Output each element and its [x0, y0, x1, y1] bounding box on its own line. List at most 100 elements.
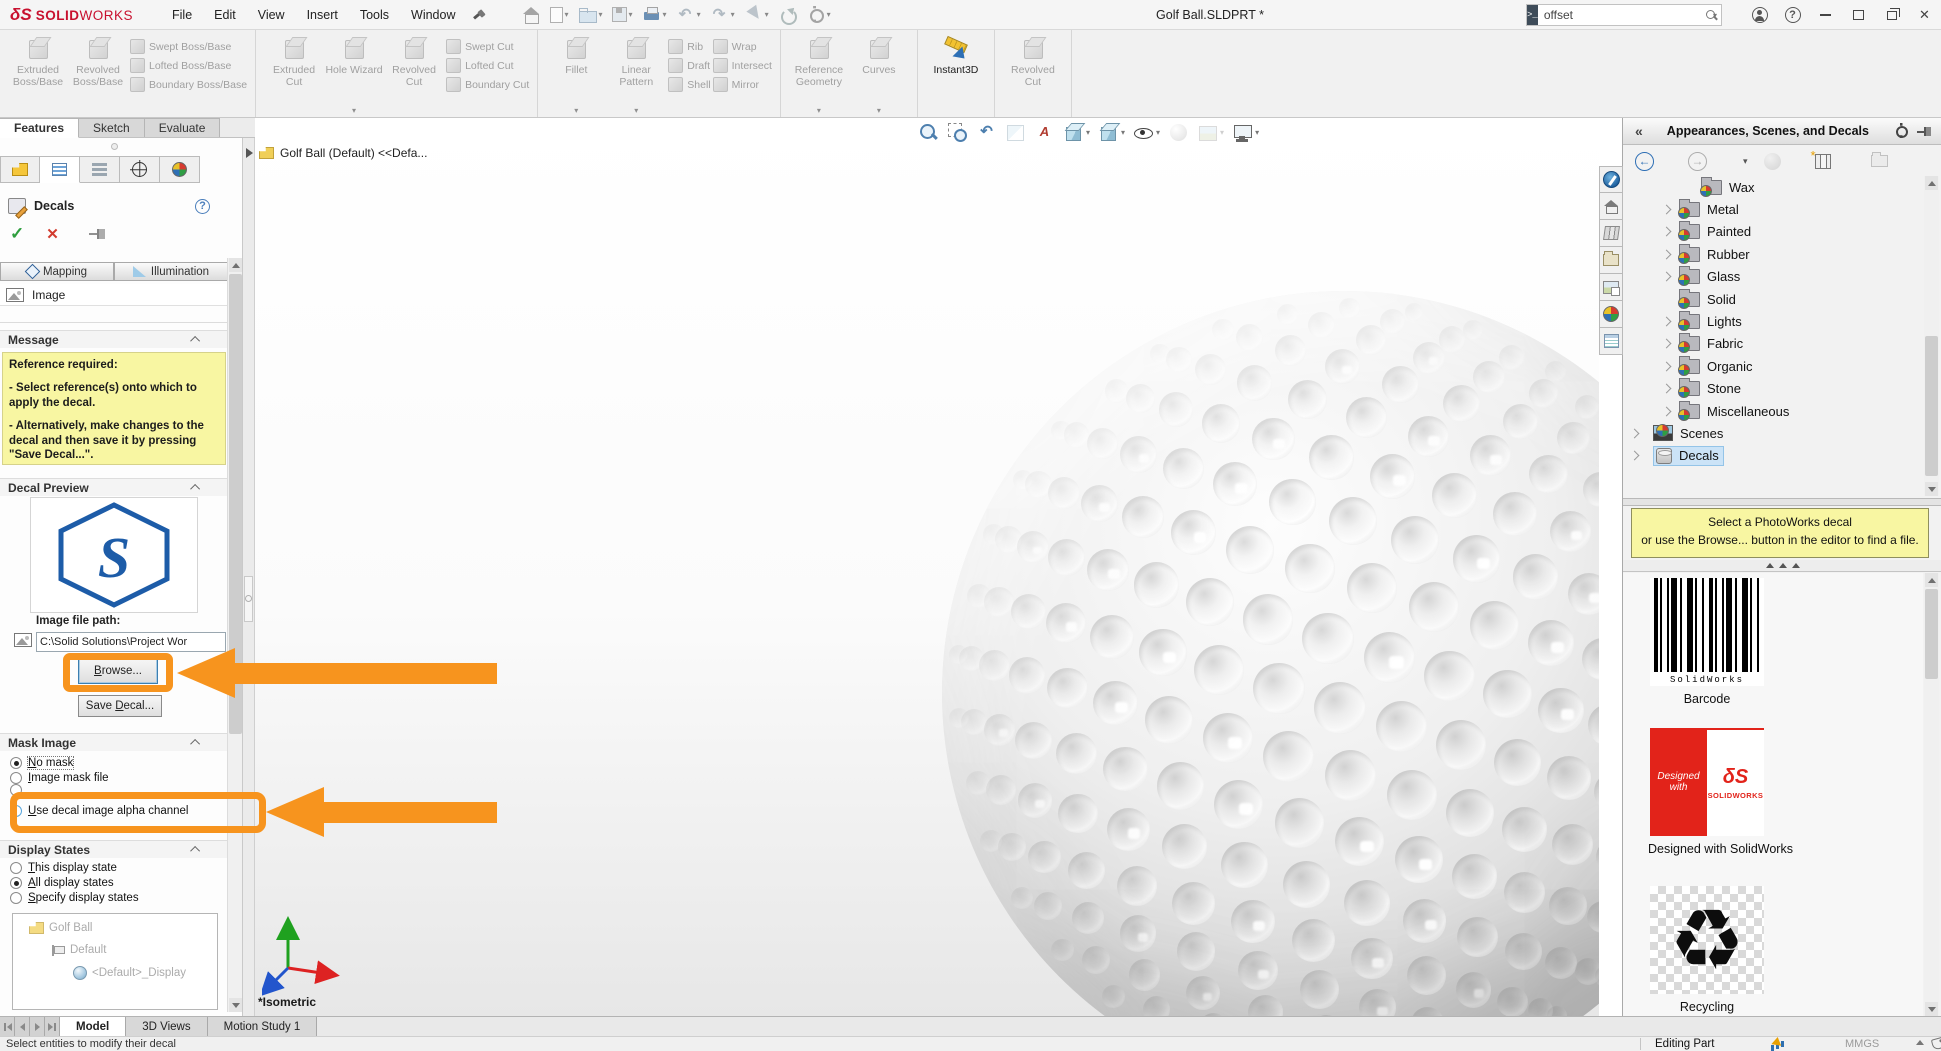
- decal-preview-group-header[interactable]: Decal Preview: [0, 478, 228, 496]
- dropdown-icon[interactable]: ▾: [574, 106, 578, 115]
- decal-item-barcode[interactable]: SolidWorksBarcode: [1648, 578, 1766, 706]
- revolved-cut-button[interactable]: Revolved Cut: [384, 34, 444, 116]
- tab-solidworks-resources[interactable]: [1599, 166, 1623, 193]
- tab-image[interactable]: Image: [0, 284, 228, 306]
- dropdown-icon[interactable]: ▾: [697, 10, 701, 19]
- save-document-button[interactable]: ▾: [609, 4, 636, 25]
- mirror-button[interactable]: Mirror: [713, 77, 772, 92]
- help-button[interactable]: ?: [1776, 0, 1809, 30]
- add-to-library-icon[interactable]: [1815, 154, 1831, 169]
- swept-cut-button[interactable]: Swept Cut: [446, 39, 529, 54]
- radio-icon[interactable]: [10, 892, 22, 904]
- decal-item-designed-with-solidworks[interactable]: Designed withδSSOLIDWORKSDesigned with S…: [1648, 728, 1766, 856]
- tree-item-organic[interactable]: Organic: [1623, 355, 1923, 377]
- tree-item-painted[interactable]: Painted: [1623, 221, 1923, 243]
- expand-chevron-icon[interactable]: [1662, 339, 1672, 349]
- cancel-button[interactable]: ✕: [46, 225, 59, 243]
- scroll-up-icon[interactable]: [1925, 573, 1938, 587]
- tree-item-lights[interactable]: Lights: [1623, 310, 1923, 332]
- panel-splitter[interactable]: [0, 140, 228, 154]
- tab-custom-properties[interactable]: [1599, 328, 1623, 355]
- dropdown-icon[interactable]: ▾: [731, 10, 735, 19]
- dropdown-icon[interactable]: ▾: [565, 10, 569, 19]
- menu-pin-icon[interactable]: [471, 8, 485, 22]
- expand-chevron-icon[interactable]: [1662, 249, 1672, 259]
- expand-chevron-icon[interactable]: [1662, 227, 1672, 237]
- tree-item-miscellaneous[interactable]: Miscellaneous: [1623, 400, 1923, 422]
- previous-tab-button[interactable]: [15, 1017, 30, 1036]
- save-decal-button[interactable]: Save Decal...: [78, 695, 162, 717]
- tab-3d-views[interactable]: 3D Views: [126, 1017, 207, 1036]
- print-document-button[interactable]: ▾: [639, 4, 670, 25]
- rebuild-button[interactable]: [775, 4, 800, 25]
- panel-viewport-splitter[interactable]: [243, 138, 255, 1016]
- radio-icon[interactable]: [10, 757, 22, 769]
- tree-item-wax[interactable]: Wax: [1623, 176, 1923, 198]
- select-button[interactable]: ▾: [741, 4, 772, 25]
- tab-home[interactable]: [1599, 193, 1623, 220]
- revolved-boss-base-button[interactable]: Revolved Boss/Base: [68, 34, 128, 116]
- dropdown-icon[interactable]: ▾: [599, 10, 603, 19]
- search-input[interactable]: [1538, 8, 1705, 22]
- back-button[interactable]: ←: [1635, 152, 1654, 171]
- zoom-to-fit-button[interactable]: [916, 120, 941, 145]
- tab-property-manager[interactable]: [40, 156, 80, 183]
- display-style-button[interactable]: ▾: [1096, 120, 1127, 145]
- maximize-button[interactable]: [1842, 0, 1875, 30]
- extruded-cut-button[interactable]: Extruded Cut: [264, 34, 324, 116]
- intersect-button[interactable]: Intersect: [713, 58, 772, 73]
- ok-button[interactable]: ✓: [10, 224, 24, 244]
- units-dropdown-icon[interactable]: [1916, 1040, 1924, 1045]
- keep-visible-pin-button[interactable]: [89, 227, 105, 241]
- boundary-boss-base-button[interactable]: Boundary Boss/Base: [130, 77, 247, 92]
- home-button[interactable]: [519, 4, 544, 25]
- mask-image-group-header[interactable]: Mask Image: [0, 733, 228, 751]
- dropdown-icon[interactable]: ▾: [877, 106, 881, 115]
- pm-help-button[interactable]: ?: [195, 199, 210, 214]
- open-file-icon[interactable]: [1871, 155, 1888, 167]
- radio-no-mask[interactable]: No mask: [10, 757, 73, 769]
- rib-button[interactable]: Rib: [668, 39, 710, 54]
- golf-ball-model[interactable]: [942, 291, 1599, 1016]
- tree-item-decals[interactable]: Decals: [1623, 445, 1923, 467]
- tree-item-metal[interactable]: Metal: [1623, 198, 1923, 220]
- history-dropdown-icon[interactable]: ▾: [1743, 156, 1748, 167]
- units-label[interactable]: MMGS: [1845, 1038, 1879, 1050]
- pane-splitter-dots[interactable]: [1623, 560, 1941, 572]
- dropdown-icon[interactable]: ▾: [1156, 128, 1160, 137]
- tab-dimxpert-manager[interactable]: [120, 156, 160, 183]
- revolved-cut-button[interactable]: Revolved Cut: [1003, 34, 1063, 116]
- decal-thumbnail[interactable]: SolidWorks: [1650, 578, 1764, 686]
- tree-item-solid[interactable]: Solid: [1623, 288, 1923, 310]
- dropdown-icon[interactable]: ▾: [663, 10, 667, 19]
- view-orientation-button[interactable]: ▾: [1061, 120, 1092, 145]
- tab-mapping[interactable]: Mapping: [0, 262, 114, 281]
- view-settings-button[interactable]: ▾: [1230, 120, 1261, 145]
- dropdown-icon[interactable]: ▾: [765, 10, 769, 19]
- tab-sketch[interactable]: Sketch: [79, 118, 145, 137]
- decal-thumbnail[interactable]: Designed withδSSOLIDWORKS: [1650, 728, 1764, 836]
- extruded-boss-base-button[interactable]: Extruded Boss/Base: [8, 34, 68, 116]
- tab-motion-study-1[interactable]: Motion Study 1: [208, 1017, 318, 1036]
- expand-chevron-icon[interactable]: [1662, 361, 1672, 371]
- expand-arrow-icon[interactable]: [246, 148, 253, 158]
- last-tab-button[interactable]: [45, 1017, 60, 1036]
- previous-view-button[interactable]: ↶: [974, 120, 999, 145]
- tags-icon[interactable]: [1931, 1037, 1941, 1051]
- forward-button[interactable]: →: [1688, 152, 1707, 171]
- pin-pane-icon[interactable]: [1917, 125, 1932, 138]
- pane-splitter[interactable]: [1623, 498, 1941, 506]
- scrollbar-thumb[interactable]: [1925, 589, 1938, 679]
- menu-insert[interactable]: Insert: [296, 4, 349, 26]
- tab-features[interactable]: Features: [0, 118, 79, 138]
- menu-tools[interactable]: Tools: [349, 4, 400, 26]
- tab-file-explorer[interactable]: [1599, 247, 1623, 274]
- user-account-button[interactable]: [1743, 0, 1776, 30]
- dropdown-icon[interactable]: ▾: [634, 106, 638, 115]
- radio-icon[interactable]: [10, 862, 22, 874]
- shell-button[interactable]: Shell: [668, 77, 710, 92]
- decal-item-recycling[interactable]: ♻Recycling: [1648, 886, 1766, 1014]
- tree-item-rubber[interactable]: Rubber: [1623, 243, 1923, 265]
- radio-this-display-state[interactable]: This display state: [10, 862, 117, 874]
- radio-specify-display-states[interactable]: Specify display states: [10, 892, 139, 904]
